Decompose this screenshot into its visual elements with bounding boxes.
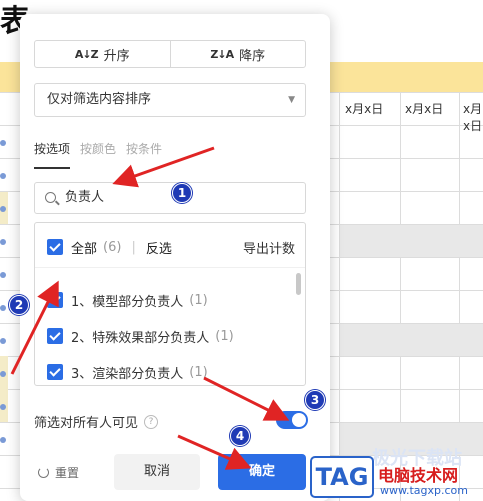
sort-scope-value: 仅对筛选内容排序: [47, 92, 152, 107]
refresh-icon: [38, 467, 49, 478]
divider: |: [131, 239, 136, 255]
filter-tabs: 按选项 按颜色 按条件: [34, 140, 162, 169]
item-label: 1、模型部分负责人: [71, 294, 184, 310]
invert-selection-button[interactable]: 反选: [146, 238, 172, 257]
toggle-knob: [292, 413, 306, 427]
option-list: 全部 (6) | 反选 导出计数 1、模型部分负责人 (1) 2、特殊效果部分负…: [34, 222, 306, 386]
search-icon: [45, 192, 56, 203]
reset-button[interactable]: 重置: [38, 464, 79, 481]
column-header: x月x日: [345, 102, 384, 116]
item-checkbox[interactable]: [47, 292, 63, 308]
list-header: 全部 (6) | 反选 导出计数: [47, 237, 295, 257]
item-checkbox[interactable]: [47, 364, 63, 380]
item-count: (1): [189, 364, 208, 380]
visibility-label: 筛选对所有人可见: [34, 416, 139, 431]
watermark-logo: TAG: [310, 456, 374, 498]
chevron-down-icon: ▼: [288, 95, 295, 105]
list-scrollbar[interactable]: [296, 273, 301, 295]
help-icon[interactable]: ?: [144, 414, 159, 429]
watermark-title: 电脑技术网: [378, 466, 459, 485]
reset-label: 重置: [55, 466, 80, 480]
select-all-label: 全部: [71, 241, 98, 257]
sort-asc-label: 升序: [103, 48, 130, 64]
cancel-button[interactable]: 取消: [114, 454, 200, 490]
sort-button-group: A↓Z 升序 Z↓A 降序: [34, 40, 306, 68]
column-header: x月x日: [405, 102, 444, 116]
step-badge-4: 4: [230, 426, 250, 446]
select-all-count: (6): [103, 239, 122, 255]
visibility-setting: 筛选对所有人可见 ?: [34, 412, 159, 431]
step-badge-2: 2: [9, 295, 29, 315]
tab-by-color[interactable]: 按颜色: [80, 140, 116, 162]
column-header: x月x日: [463, 102, 483, 133]
sort-desc-button[interactable]: Z↓A 降序: [169, 41, 306, 67]
search-input[interactable]: 负责人: [34, 182, 306, 214]
list-item[interactable]: 1、模型部分负责人 (1): [47, 290, 287, 310]
item-label: 2、特殊效果部分负责人: [71, 330, 210, 346]
watermark-url: www.tagxp.com: [380, 484, 468, 497]
search-value: 负责人: [65, 190, 105, 205]
tab-by-condition[interactable]: 按条件: [126, 140, 162, 162]
list-item[interactable]: 3、渲染部分负责人 (1): [47, 362, 287, 382]
item-label: 3、渲染部分负责人: [71, 366, 184, 382]
filter-panel: A↓Z 升序 Z↓A 降序 仅对筛选内容排序 ▼ 按选项 按颜色 按条件 负责人…: [20, 14, 330, 501]
sort-asc-button[interactable]: A↓Z 升序: [35, 41, 170, 67]
step-badge-3: 3: [305, 390, 325, 410]
item-checkbox[interactable]: [47, 328, 63, 344]
step-badge-1: 1: [172, 183, 192, 203]
visibility-toggle[interactable]: [276, 411, 308, 429]
sort-scope-select[interactable]: 仅对筛选内容排序 ▼: [34, 83, 306, 117]
item-count: (1): [215, 328, 234, 344]
export-count-button[interactable]: 导出计数: [243, 238, 295, 257]
confirm-button[interactable]: 确定: [218, 454, 306, 490]
item-count: (1): [189, 292, 208, 308]
sort-desc-label: 降序: [239, 48, 266, 64]
list-divider: [35, 267, 305, 268]
tab-by-option[interactable]: 按选项: [34, 140, 71, 169]
sort-asc-icon: A↓Z: [74, 47, 99, 61]
sort-desc-icon: Z↓A: [210, 47, 234, 61]
list-item[interactable]: 2、特殊效果部分负责人 (1): [47, 326, 287, 346]
select-all-checkbox[interactable]: [47, 239, 63, 255]
